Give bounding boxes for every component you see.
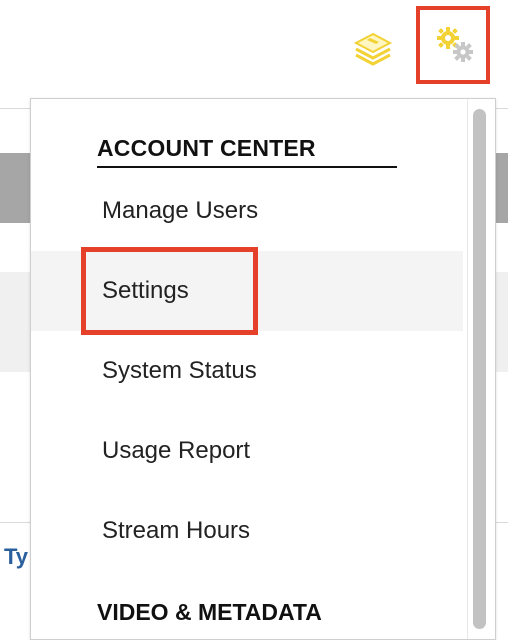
menu-item-label: Stream Hours bbox=[102, 517, 251, 544]
section-title-video-metadata: VIDEO & METADATA bbox=[97, 599, 322, 625]
scrollbar-thumb[interactable] bbox=[473, 109, 486, 629]
menu-item-manage-users[interactable]: Manage Users bbox=[31, 171, 463, 251]
menu-item-settings[interactable]: Settings bbox=[31, 247, 463, 335]
menu-item-label: Usage Report bbox=[102, 437, 251, 464]
menu-item-label: System Status bbox=[102, 357, 257, 384]
background-link[interactable]: Ty bbox=[4, 544, 28, 570]
section-title-account-center: ACCOUNT CENTER bbox=[97, 135, 397, 168]
menu-item-label: Manage Users bbox=[102, 197, 259, 224]
menu-item-label: Settings bbox=[102, 277, 189, 304]
gears-icon bbox=[437, 27, 473, 62]
menu-item-system-status[interactable]: System Status bbox=[31, 331, 463, 411]
account-dropdown-menu: ACCOUNT CENTER Manage Users Settings Sys… bbox=[30, 98, 496, 640]
settings-button[interactable] bbox=[416, 6, 490, 84]
menu-item-usage-report[interactable]: Usage Report bbox=[31, 411, 463, 491]
menu-item-stream-hours[interactable]: Stream Hours bbox=[31, 491, 463, 571]
layers-icon[interactable] bbox=[350, 28, 396, 74]
